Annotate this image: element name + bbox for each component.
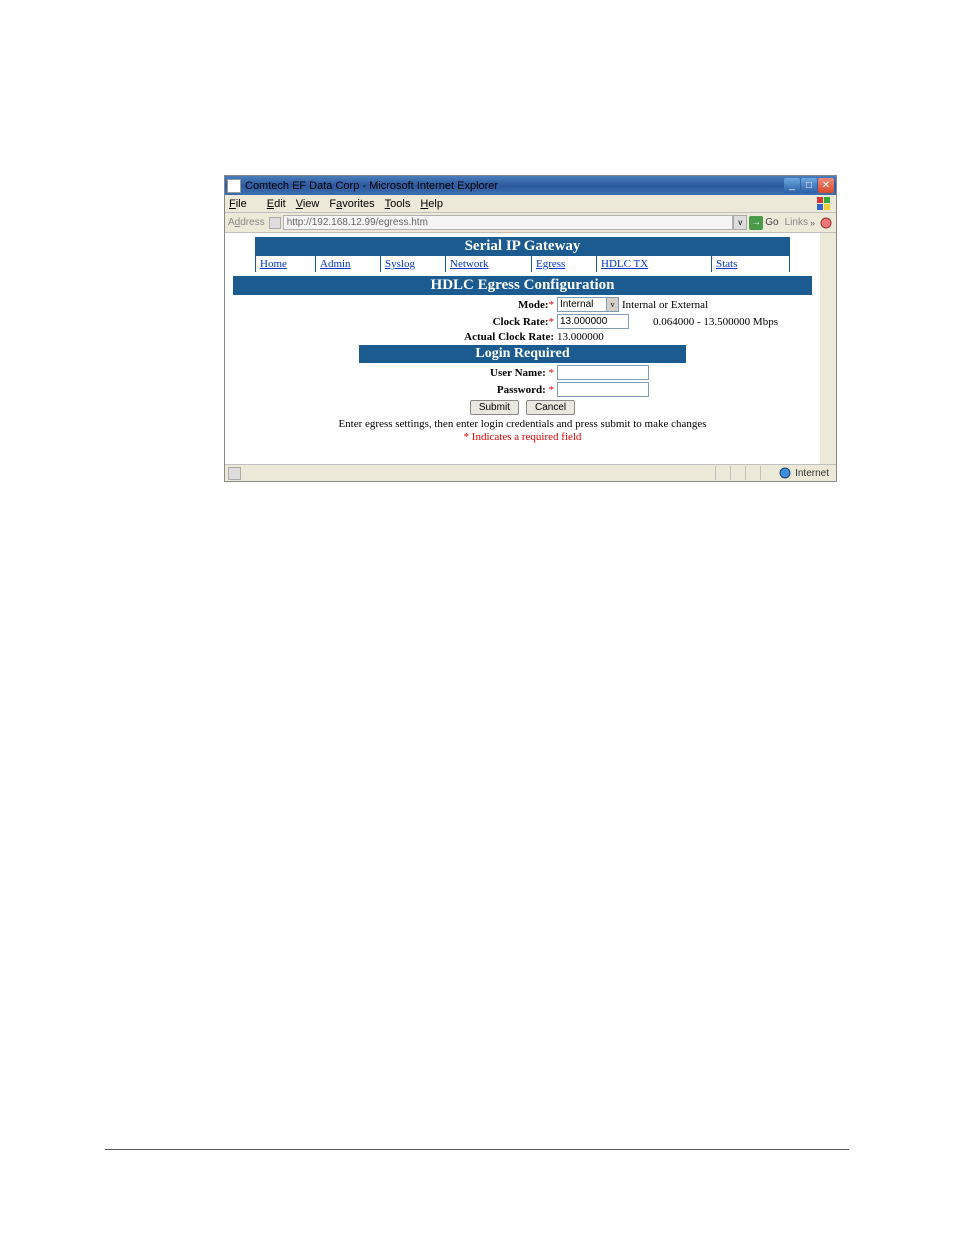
submit-button[interactable]: Submit [470, 400, 519, 415]
window-controls: _ □ ✕ [784, 178, 834, 193]
nav-egress[interactable]: Egress [532, 256, 597, 272]
window-title: Comtech EF Data Corp - Microsoft Interne… [245, 180, 784, 192]
section-login-required: Login Required [359, 345, 686, 363]
address-bar: Address v → Go Links » [225, 213, 836, 233]
windows-logo-icon [816, 196, 832, 212]
maximize-button[interactable]: □ [801, 178, 817, 193]
nav-row: Home Admin Syslog Network Egress HDLC TX… [255, 256, 790, 272]
menu-view[interactable]: View [296, 198, 320, 210]
page-footer-rule [105, 1149, 849, 1150]
app-icon [227, 179, 241, 193]
menu-edit[interactable]: Edit [267, 198, 286, 210]
menu-help[interactable]: Help [420, 198, 443, 210]
clock-rate-hint: 0.064000 - 13.500000 Mbps [653, 316, 778, 328]
instruction-text: Enter egress settings, then enter login … [229, 418, 816, 430]
menu-tools[interactable]: Tools [385, 198, 411, 210]
status-bar: Internet [225, 464, 836, 481]
browser-window: Comtech EF Data Corp - Microsoft Interne… [224, 175, 837, 482]
minimize-button[interactable]: _ [784, 178, 800, 193]
username-label: User Name: * [229, 367, 557, 379]
scroll-down-button[interactable]: ▾ [821, 449, 836, 464]
internet-zone-label: Internet [795, 468, 829, 479]
password-label: Password: * [229, 384, 557, 396]
actual-clock-rate-value: 13.000000 [557, 331, 604, 343]
row-password: Password: * [229, 382, 816, 397]
menu-bar: File Edit View Favorites Tools Help [225, 195, 836, 213]
internet-zone-icon [779, 467, 791, 479]
username-input[interactable] [557, 365, 649, 380]
section-hdlc-egress: HDLC Egress Configuration [233, 276, 812, 295]
go-label: Go [765, 217, 778, 228]
row-mode: Mode:* v Internal or External [229, 297, 816, 312]
status-panes: Internet [715, 466, 833, 480]
nav-admin[interactable]: Admin [316, 256, 381, 272]
password-input[interactable] [557, 382, 649, 397]
links-toolbar-icon[interactable] [819, 216, 833, 230]
window-titlebar: Comtech EF Data Corp - Microsoft Interne… [225, 176, 836, 195]
mode-label: Mode:* [229, 299, 557, 311]
row-username: User Name: * [229, 365, 816, 380]
address-input[interactable] [283, 215, 734, 230]
scroll-up-button[interactable]: ▴ [821, 233, 836, 248]
nav-network[interactable]: Network [446, 256, 532, 272]
clock-rate-input[interactable] [557, 314, 629, 329]
actual-clock-rate-label: Actual Clock Rate: [229, 331, 557, 343]
address-label: Address [228, 217, 265, 228]
nav-hdlctx[interactable]: HDLC TX [597, 256, 712, 272]
go-button[interactable]: → [749, 216, 763, 230]
mode-hint: Internal or External [622, 299, 708, 311]
links-chevron-icon[interactable]: » [810, 218, 815, 228]
links-label[interactable]: Links [785, 217, 808, 228]
menu-file[interactable]: File [229, 198, 257, 210]
address-dropdown[interactable]: v [733, 215, 747, 230]
nav-stats[interactable]: Stats [712, 256, 790, 272]
close-button[interactable]: ✕ [818, 178, 834, 193]
nav-home[interactable]: Home [256, 256, 316, 272]
mode-select[interactable] [557, 297, 607, 312]
menu-favorites[interactable]: Favorites [329, 198, 374, 210]
content-viewport: ▴ ▾ Serial IP Gateway Home Admin Syslog … [225, 233, 836, 464]
button-row: Submit Cancel [229, 400, 816, 415]
nav-syslog[interactable]: Syslog [381, 256, 446, 272]
clock-rate-label: Clock Rate:* [229, 316, 557, 328]
page-content: Serial IP Gateway Home Admin Syslog Netw… [225, 233, 820, 443]
row-actual-clock-rate: Actual Clock Rate: 13.000000 [229, 331, 816, 343]
row-clock-rate: Clock Rate:* 0.064000 - 13.500000 Mbps [229, 314, 816, 329]
mode-dropdown-button[interactable]: v [606, 297, 619, 312]
page-title: Serial IP Gateway [255, 237, 790, 256]
cancel-button[interactable]: Cancel [526, 400, 575, 415]
status-page-icon [228, 467, 241, 480]
page-icon [269, 217, 281, 229]
required-field-note: * Indicates a required field [229, 431, 816, 443]
